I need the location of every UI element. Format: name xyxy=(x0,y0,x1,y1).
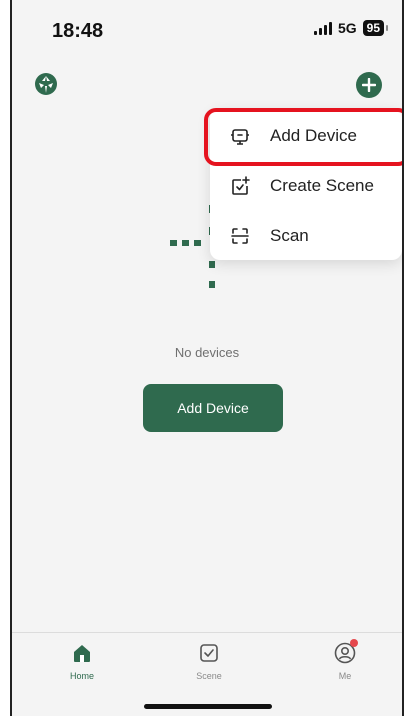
status-bar: 18:48 5G 95 xyxy=(12,0,402,60)
add-menu: Add Device Create Scene Scan xyxy=(210,108,402,260)
plus-circle-icon[interactable] xyxy=(356,72,382,98)
scan-icon xyxy=(230,226,250,246)
menu-item-create-scene[interactable]: Create Scene xyxy=(210,161,402,211)
add-device-button[interactable]: Add Device xyxy=(143,384,283,432)
empty-message: No devices xyxy=(174,345,240,360)
home-indicator[interactable] xyxy=(144,704,272,709)
status-time: 18:48 xyxy=(52,20,104,42)
scene-icon xyxy=(197,641,221,665)
menu-item-label: Scan xyxy=(270,226,309,245)
add-device-icon xyxy=(230,126,250,146)
battery-icon: 95 xyxy=(362,20,389,36)
tab-me[interactable]: Me xyxy=(305,639,385,681)
tab-label: Me xyxy=(338,671,352,681)
leaf-logo-icon[interactable] xyxy=(34,72,58,96)
profile-icon xyxy=(333,639,358,665)
tab-home[interactable]: Home xyxy=(42,641,122,681)
notification-badge xyxy=(350,639,358,647)
tab-label: Scene xyxy=(196,671,222,681)
menu-item-label: Create Scene xyxy=(270,176,374,195)
home-icon xyxy=(70,641,94,665)
network-type: 5G xyxy=(337,20,357,36)
menu-item-scan[interactable]: Scan xyxy=(210,211,402,261)
status-indicators: 5G 95 xyxy=(313,20,389,36)
phone-screen: 18:48 5G 95 No devices Add Device Add De… xyxy=(10,0,404,716)
create-scene-icon xyxy=(230,176,250,196)
signal-icon xyxy=(313,21,332,35)
tab-scene[interactable]: Scene xyxy=(169,641,249,681)
menu-item-label: Add Device xyxy=(270,126,357,145)
menu-item-add-device[interactable]: Add Device xyxy=(210,111,402,161)
tab-label: Home xyxy=(69,671,94,681)
